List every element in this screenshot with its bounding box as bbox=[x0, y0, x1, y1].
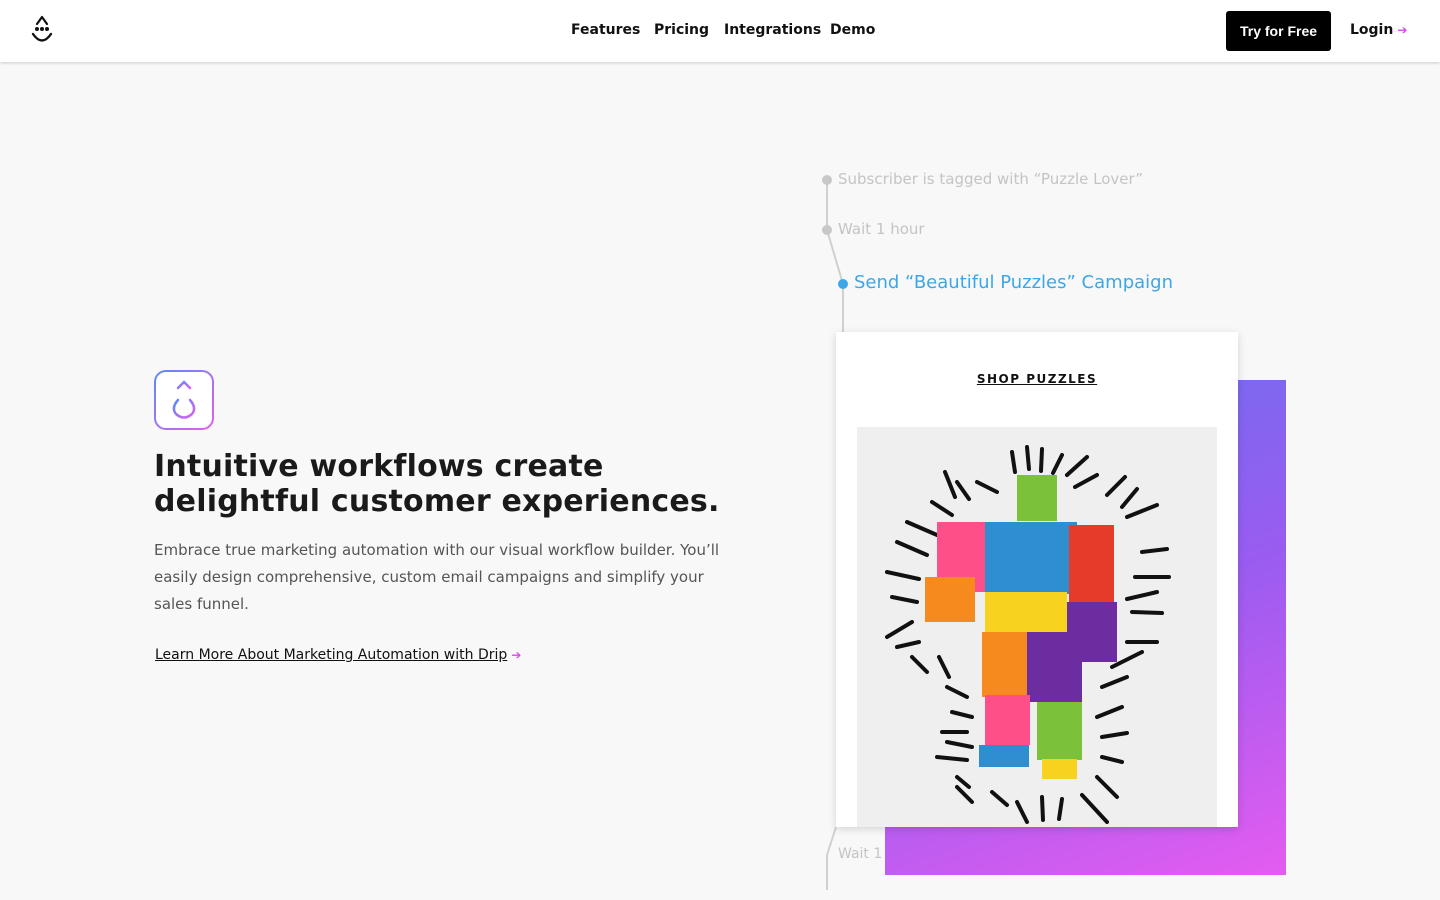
workflow-step-wait-partial: Wait 1 bbox=[838, 846, 883, 862]
email-preview-card: SHOP PUZZLES bbox=[836, 332, 1238, 827]
workflow-step-send-campaign: Send “Beautiful Puzzles” Campaign bbox=[854, 272, 1173, 293]
workflow-step-dot-active bbox=[838, 279, 848, 289]
workflow-step-dot bbox=[822, 225, 832, 235]
workflow-step-wait: Wait 1 hour bbox=[838, 220, 925, 238]
workflow-step-dot bbox=[822, 175, 832, 185]
workflow-step-tagged: Subscriber is tagged with “Puzzle Lover” bbox=[838, 170, 1144, 188]
shop-puzzles-link[interactable]: SHOP PUZZLES bbox=[836, 372, 1238, 386]
puzzle-robot-image bbox=[857, 427, 1217, 827]
